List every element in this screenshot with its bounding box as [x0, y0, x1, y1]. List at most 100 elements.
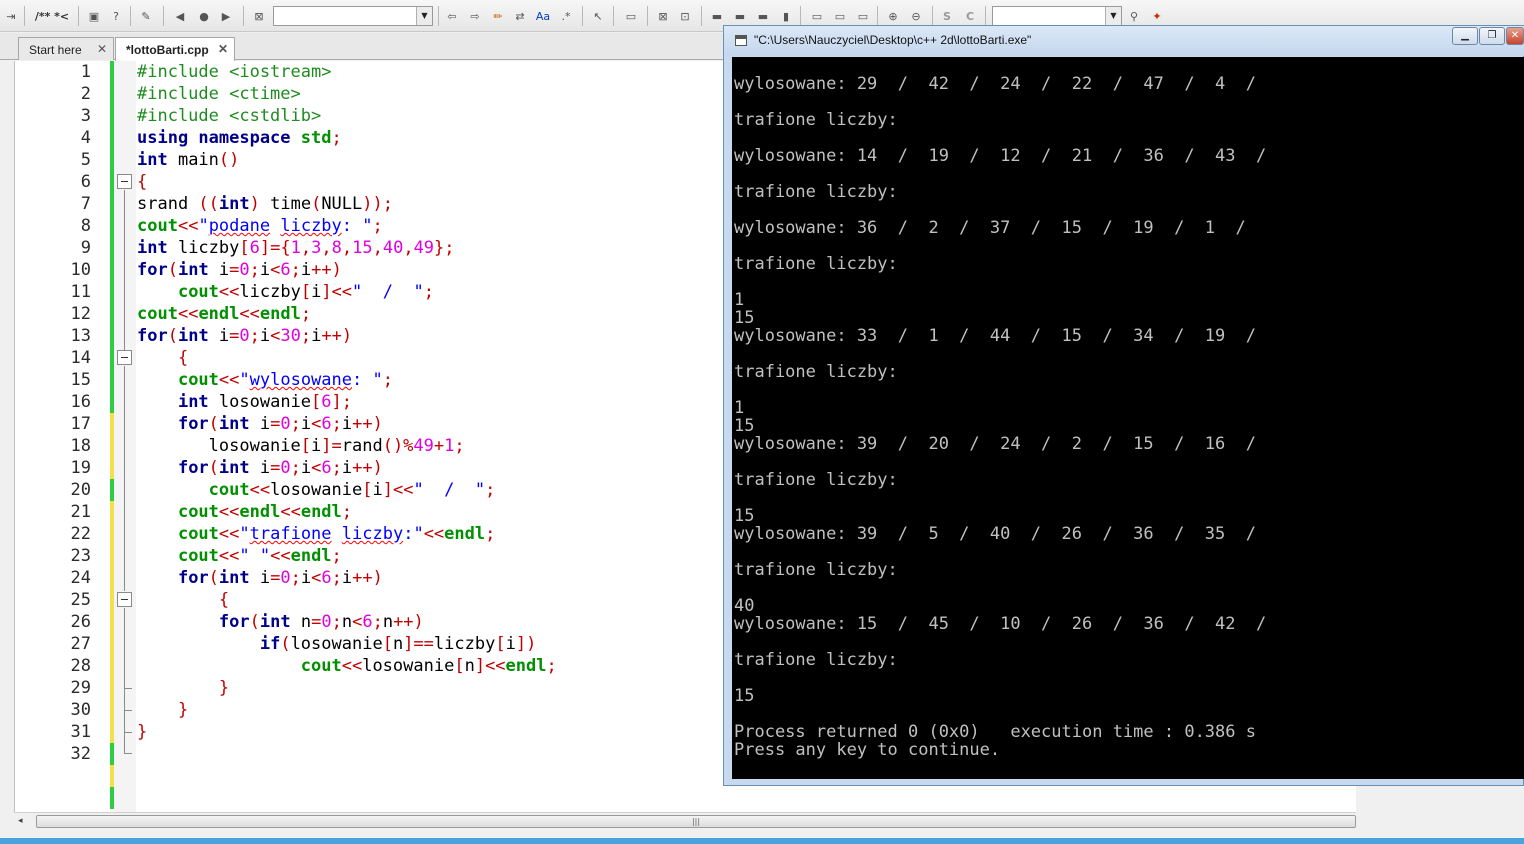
step-into-icon[interactable]: ⇥ [2, 7, 20, 25]
chevron-down-icon[interactable]: ▼ [1105, 7, 1121, 25]
toolbar-separator [438, 6, 439, 26]
fold-toggle[interactable] [117, 174, 132, 189]
fold-toggle[interactable] [117, 592, 132, 607]
frame-icon[interactable]: ▭ [831, 7, 849, 25]
minimize-button[interactable]: ▁ [1452, 27, 1478, 45]
image-icon[interactable]: ⊡ [676, 7, 694, 25]
fold-line [124, 190, 125, 356]
clear-icon[interactable]: ⊠ [250, 7, 268, 25]
fold-end [124, 753, 132, 754]
next-icon[interactable]: ▶ [217, 7, 235, 25]
dollar-icon[interactable]: S [938, 7, 956, 25]
console-title-bar[interactable]: "C:\Users\Nauczyciel\Desktop\c++ 2d\lott… [724, 26, 1524, 56]
code-line: { [177, 348, 189, 368]
line-number: 7 [80, 194, 91, 214]
chevron-left-icon[interactable]: ◂ [18, 816, 23, 826]
close-icon[interactable]: ✕ [218, 42, 228, 56]
replace-icon[interactable]: ⇄ [511, 7, 529, 25]
line-number: 31 [70, 722, 91, 742]
console-line: 1 [734, 290, 745, 310]
code-line: int liczby[6]={1,3,8,15,40,49}; [137, 238, 455, 258]
console-output: wylosowane: 29 / 42 / 24 / 22 / 47 / 4 /… [732, 57, 1524, 779]
image-icon[interactable]: ⊠ [654, 7, 672, 25]
zoom-out-icon[interactable]: ⊖ [907, 7, 925, 25]
horizontal-scrollbar[interactable]: ◂ ||| [14, 812, 1356, 829]
line-number: 32 [70, 744, 91, 764]
layout-icon[interactable]: ▬ [708, 7, 726, 25]
line-number: 10 [70, 260, 91, 280]
forward-icon[interactable]: ⇨ [466, 7, 484, 25]
line-number: 16 [70, 392, 91, 412]
console-app-icon [735, 35, 747, 46]
wrench-icon[interactable]: ✎ [137, 7, 155, 25]
chevron-down-icon[interactable]: ▼ [416, 7, 432, 25]
settings-icon[interactable]: ✦ [1148, 7, 1166, 25]
layout-icon[interactable]: ▮ [777, 7, 795, 25]
code-line: cout<<"podane liczby: "; [137, 216, 383, 236]
code-line: int losowanie[6]; [177, 392, 353, 412]
code-line: } [137, 722, 148, 742]
code-line: for(int i=0;i<6;i++) [177, 414, 383, 434]
close-icon[interactable]: ✕ [97, 42, 107, 56]
line-number: 4 [80, 128, 91, 148]
line-number: 14 [70, 348, 91, 368]
console-line: 15 [734, 686, 755, 706]
close-button[interactable]: ✕ [1506, 27, 1524, 45]
code-line: for(int i=0;i<6;i++) [177, 568, 383, 588]
console-line: Press any key to continue. [734, 740, 1001, 760]
tab-lottobarti[interactable]: *lottoBarti.cpp ✕ [115, 37, 235, 61]
regex-icon[interactable]: .* [557, 7, 575, 25]
code-line: } [218, 678, 230, 698]
console-line: wylosowane: 39 / 5 / 40 / 26 / 36 / 35 / [734, 524, 1256, 544]
select-icon[interactable]: ↖ [589, 7, 607, 25]
code-line: for(int i=0;i<30;i++) [137, 326, 353, 346]
layout-icon[interactable]: ▬ [731, 7, 749, 25]
toolbar-separator [163, 6, 164, 26]
code-line: int main() [137, 150, 240, 170]
prev-icon[interactable]: ◀ [171, 7, 189, 25]
code-line: srand ((int) time(NULL)); [137, 194, 393, 214]
maximize-button[interactable]: ❐ [1479, 27, 1505, 45]
save-icon[interactable]: ▣ [85, 7, 103, 25]
code-line: for(int n=0;n<6;n++) [218, 612, 424, 632]
toolbar-separator [24, 6, 25, 26]
console-line: trafione liczby: [734, 110, 898, 130]
symbol-combo[interactable]: ▼ [992, 6, 1122, 26]
console-line: trafione liczby: [734, 362, 898, 382]
console-line: wylosowane: 29 / 42 / 24 / 22 / 47 / 4 / [734, 74, 1256, 94]
code-line: if(losowanie[n]==liczby[i]) [259, 634, 537, 654]
fold-toggle[interactable] [117, 350, 132, 365]
console-window[interactable]: "C:\Users\Nauczyciel\Desktop\c++ 2d\lott… [723, 25, 1524, 786]
comment-button[interactable]: /** *< [31, 7, 73, 25]
layout-icon[interactable]: ▬ [754, 7, 772, 25]
frame-icon[interactable]: ▭ [854, 7, 872, 25]
code-line: cout<<endl<<endl; [137, 304, 312, 324]
taskbar [0, 838, 1524, 844]
zoom-in-icon[interactable]: ⊕ [884, 7, 902, 25]
console-line: wylosowane: 33 / 1 / 44 / 15 / 34 / 19 / [734, 326, 1256, 346]
scrollbar-thumb[interactable]: ||| [36, 815, 1356, 828]
tab-start-here[interactable]: Start here ✕ [18, 37, 114, 60]
code-line: for(int i=0;i<6;i++) [177, 458, 383, 478]
fold-end [124, 732, 132, 733]
stop-icon[interactable]: ● [195, 7, 213, 25]
code-line: for(int i=0;i<6;i++) [137, 260, 342, 280]
line-number: 11 [70, 282, 91, 302]
line-number: 6 [80, 172, 91, 192]
console-line: trafione liczby: [734, 254, 898, 274]
toolbar-separator [130, 6, 131, 26]
console-line: trafione liczby: [734, 182, 898, 202]
line-number: 17 [70, 414, 91, 434]
frame-icon[interactable]: ▭ [808, 7, 826, 25]
c-icon[interactable]: C [961, 7, 979, 25]
tab-label: *lottoBarti.cpp [126, 43, 209, 57]
code-line: cout<<liczby[i]<<" / "; [177, 282, 434, 302]
console-line: trafione liczby: [734, 470, 898, 490]
back-icon[interactable]: ⇦ [443, 7, 461, 25]
search-combo[interactable]: ▼ [273, 6, 433, 26]
frame-icon[interactable]: ▭ [622, 7, 640, 25]
highlight-icon[interactable]: ✏ [489, 7, 507, 25]
search-icon[interactable]: ⚲ [1125, 7, 1143, 25]
match-case-icon[interactable]: Aa [534, 7, 552, 25]
help-icon[interactable]: ? [107, 7, 125, 25]
